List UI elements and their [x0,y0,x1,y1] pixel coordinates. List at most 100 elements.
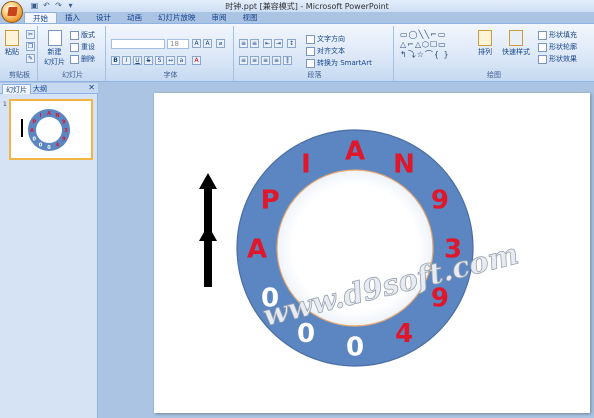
delete-slide-button[interactable]: 删除 [70,54,95,64]
ring-letter: 9 [62,136,66,142]
thumbnail-preview: A N9394000API [21,109,70,151]
ring-letter: A [47,111,51,117]
slide-canvas[interactable]: AN9394000API www.d9soft.com [154,93,590,413]
align-text-button[interactable]: 对齐文本 [306,46,345,56]
shadow-icon[interactable]: S [155,56,164,65]
font-group: 18 A A ⌀ B I U S S ↔ a A 字体 [108,26,234,81]
grow-font-icon[interactable]: A [192,39,201,48]
ring-letter: N [393,150,415,180]
delete-icon [70,54,79,64]
tab-slides-panel[interactable]: 幻灯片 [2,84,31,94]
shape-outline-icon [538,42,547,52]
increase-indent-icon[interactable]: ⇥ [274,39,283,48]
justify-icon[interactable]: ≡ [272,56,281,65]
quick-styles-button[interactable]: 快速样式 [502,30,530,57]
reset-icon [70,42,79,52]
shape-effects-icon [538,54,547,64]
drawing-group: ▭◯╲╲⌐▭ △⌐△⬡☐▭ ↰⤵☆⌒{ } 排列 快速样式 形状填充 形状轮廓 形状… [396,26,592,81]
clipboard-label: 剪贴板 [9,71,30,79]
ring-letter: A [345,136,365,166]
ring-letter: 4 [395,319,413,349]
font-color-icon[interactable]: A [192,56,201,65]
hand-arrows[interactable] [199,173,217,287]
slide-number: 1 [3,101,7,108]
bold-icon[interactable]: B [111,56,120,65]
layout-button[interactable]: 版式 [70,30,95,40]
ring-letter: A [30,128,34,134]
panel-tabs: 幻灯片 大纲 ✕ [0,83,98,94]
ring-letter: 0 [39,143,43,149]
ring-letter: 3 [64,128,68,134]
format-painter-icon[interactable]: ✎ [26,54,35,63]
window-title: 时钟.ppt [兼容模式] - Microsoft PowerPoint [225,2,389,11]
change-case-icon[interactable]: a [177,56,186,65]
strikethrough-icon[interactable]: S [144,56,153,65]
slides-panel: 幻灯片 大纲 ✕ 1 AN9394000API [0,83,98,418]
ring-letter: 9 [431,185,449,215]
char-spacing-icon[interactable]: ↔ [166,56,175,65]
underline-icon[interactable]: U [133,56,142,65]
line-spacing-icon[interactable]: ↕ [287,39,296,48]
align-right-icon[interactable]: ≡ [261,56,270,65]
arrange-button[interactable]: 排列 [478,30,492,57]
paragraph-label: 段落 [307,71,322,79]
drawing-label: 绘图 [487,71,501,79]
paragraph-group: ≡ ≡ ⇤ ⇥ ↕ ≡ ≡ ≡ ≡ ‖ 文字方向 对齐文本 转换为 SmartA… [236,26,394,81]
quick-styles-icon [509,30,523,46]
shrink-font-icon[interactable]: A [203,39,212,48]
shapes-gallery[interactable]: ▭◯╲╲⌐▭ △⌐△⬡☐▭ ↰⤵☆⌒{ } [400,30,472,60]
columns-icon[interactable]: ‖ [283,56,292,65]
new-slide-icon [47,30,62,46]
editing-workspace: AN9394000API www.d9soft.com [99,83,594,418]
slide-content: A N9394000API www.d9soft.com [199,129,522,367]
shape-fill-button[interactable]: 形状填充 [538,30,577,40]
clipboard-group: 粘贴 ✂ ❐ ✎ 剪贴板 [2,26,38,81]
text-direction-icon [306,34,315,44]
slides-label: 幻灯片 [62,71,83,79]
numbering-icon[interactable]: ≡ [250,39,259,48]
font-label: 字体 [163,71,178,79]
align-left-icon[interactable]: ≡ [239,56,248,65]
ring-letter: P [32,119,36,125]
slides-group: 新建 幻灯片 版式 重设 删除 幻灯片 [40,26,106,81]
tab-outline-panel[interactable]: 大纲 [30,84,50,94]
ribbon: 粘贴 ✂ ❐ ✎ 剪贴板 新建 幻灯片 版式 重设 删除 幻灯片 18 A A … [0,23,594,82]
paste-icon [5,30,19,46]
close-icon[interactable]: ✕ [88,83,95,92]
shape-fill-icon [538,30,547,40]
new-slide-button[interactable]: 新建 幻灯片 [44,30,65,67]
ring-letter: I [301,150,311,180]
bullets-icon[interactable]: ≡ [239,39,248,48]
shape-outline-button[interactable]: 形状轮廓 [538,42,577,52]
text-direction-button[interactable]: 文字方向 [306,34,345,44]
align-text-icon [306,46,315,56]
align-center-icon[interactable]: ≡ [250,56,259,65]
layout-icon [70,30,79,40]
smartart-icon [306,58,315,68]
cut-icon[interactable]: ✂ [26,30,35,39]
reset-button[interactable]: 重设 [70,42,95,52]
ring-letter: I [40,113,42,119]
ring-letter: A [247,234,267,264]
ring-letter: 0 [33,136,37,142]
font-name-combo[interactable] [111,39,165,49]
decrease-indent-icon[interactable]: ⇤ [263,39,272,48]
arrange-icon [478,30,492,46]
ring-letter: N [55,113,59,119]
clear-format-icon[interactable]: ⌀ [216,39,225,48]
ring-letter: 4 [56,143,60,149]
paste-button[interactable]: 粘贴 [5,30,19,57]
smartart-button[interactable]: 转换为 SmartArt [306,58,372,68]
font-size-combo[interactable]: 18 [167,39,189,49]
ring-letter: 0 [47,145,51,151]
copy-icon[interactable]: ❐ [26,42,35,51]
italic-icon[interactable]: I [122,56,131,65]
office-logo-icon [7,7,18,16]
ring-letter: 0 [346,332,364,362]
office-button[interactable] [1,1,23,23]
title-bar: ▣ ↶ ↷ ▾ 时钟.ppt [兼容模式] - Microsoft PowerP… [0,0,594,12]
shape-effects-button[interactable]: 形状效果 [538,54,577,64]
ring-letter: 9 [62,119,66,125]
ring-letter: P [261,185,280,215]
slide-thumbnail[interactable]: AN9394000API [9,99,93,160]
